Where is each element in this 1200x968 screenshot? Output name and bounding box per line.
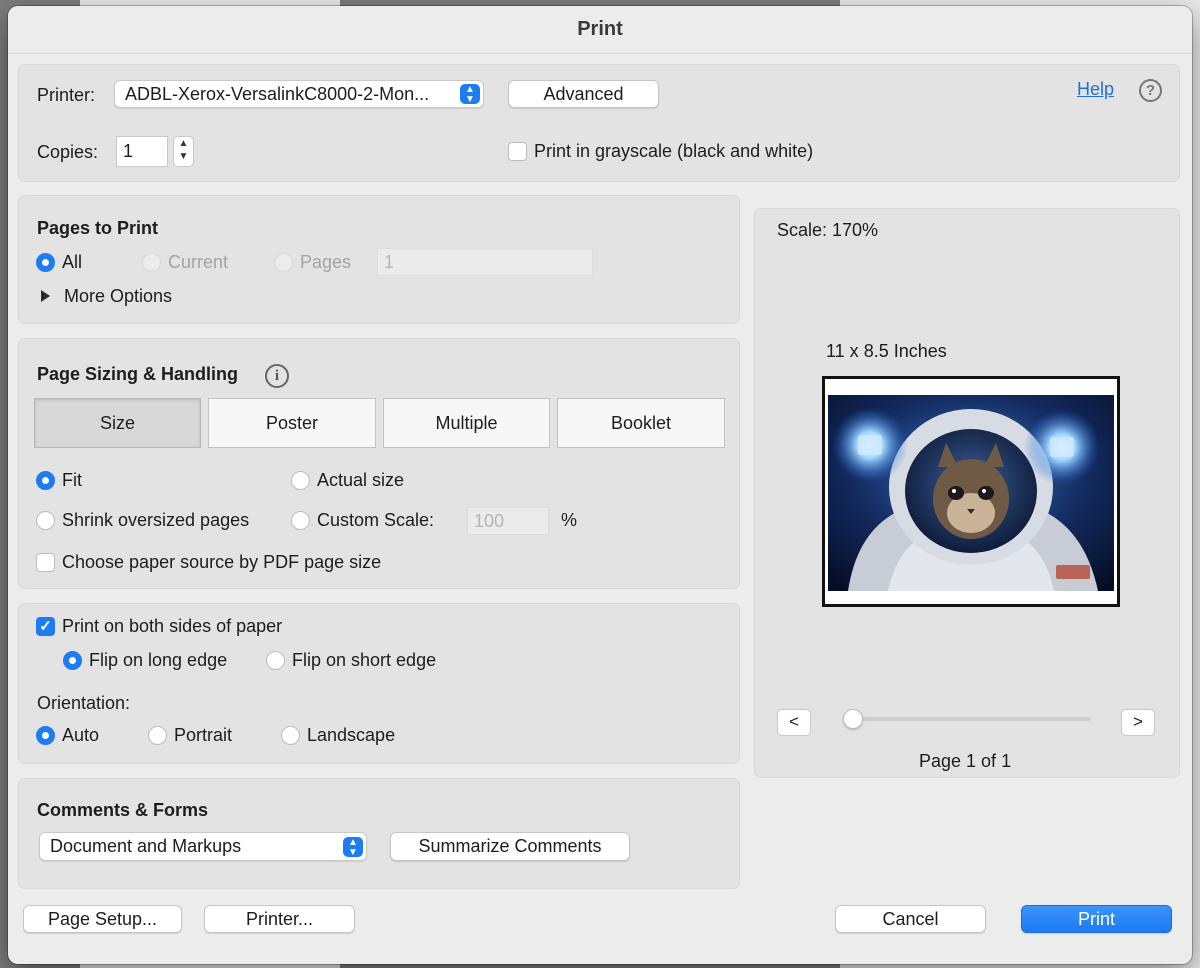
orientation-landscape-label: Landscape [307,725,396,745]
chevron-updown-icon: ▲ ▼ [343,837,363,858]
comments-forms-select-value: Document and Markups [50,836,242,856]
printer-select-value: ADBL-Xerox-VersalinkC8000-2-Mon... [125,84,430,104]
tab-size[interactable]: Size [34,398,201,448]
pages-range-label: Pages [300,252,352,272]
both-sides-checkbox[interactable]: ✓ [36,617,55,636]
orientation-label: Orientation: [37,693,131,713]
pages-all-label: All [62,252,83,272]
printer-label: Printer: [37,85,96,105]
page-slider-track[interactable] [845,717,1091,721]
print-button[interactable]: Print [1021,905,1172,933]
preview-image [828,395,1114,591]
orientation-portrait-label: Portrait [174,725,233,745]
info-circle-icon[interactable]: i [265,364,289,388]
more-options-label[interactable]: More Options [64,286,172,307]
paper-source-label: Choose paper source by PDF page size [62,552,382,572]
pages-current-radio[interactable] [142,253,161,272]
pages-current-label: Current [168,252,229,272]
chevron-updown-icon: ▲ ▼ [460,84,480,105]
cancel-button[interactable]: Cancel [835,905,986,933]
pages-range-radio[interactable] [274,253,293,272]
question-circle-icon[interactable]: ? [1139,79,1162,102]
short-edge-radio[interactable] [266,651,285,670]
advanced-button[interactable]: Advanced [508,80,659,108]
copies-label: Copies: [37,142,99,162]
pages-range-field[interactable]: 1 [377,248,593,276]
comments-forms-select[interactable]: Document and Markups ▲ ▼ [39,832,367,861]
paper-size-label: 11 x 8.5 Inches [826,341,947,361]
printer-button[interactable]: Printer... [204,905,355,933]
page-preview [822,376,1120,607]
long-edge-radio[interactable] [63,651,82,670]
custom-scale-label: Custom Scale: [317,510,435,530]
orientation-auto-label: Auto [62,725,100,745]
copies-field[interactable]: 1 [116,136,168,167]
chevron-up-icon[interactable]: ▲ [174,137,193,150]
actual-size-label: Actual size [317,470,405,490]
chevron-down-icon[interactable]: ▼ [174,150,193,163]
grayscale-checkbox[interactable] [508,142,527,161]
custom-scale-radio[interactable] [291,511,310,530]
next-page-button[interactable]: > [1121,709,1155,736]
scale-text: Scale: 170% [777,220,879,240]
page-slider-thumb[interactable] [843,709,863,729]
dialog-title: Print [8,6,1192,54]
actual-size-radio[interactable] [291,471,310,490]
fit-label: Fit [62,470,82,490]
percent-label: % [561,510,578,530]
tab-multiple[interactable]: Multiple [383,398,550,448]
paper-source-checkbox[interactable] [36,553,55,572]
pages-to-print-heading: Pages to Print [37,218,159,238]
orientation-portrait-radio[interactable] [148,726,167,745]
disclosure-triangle-icon[interactable] [41,290,50,302]
both-sides-label: Print on both sides of paper [62,616,283,636]
printer-select[interactable]: ADBL-Xerox-VersalinkC8000-2-Mon... ▲ ▼ [114,80,484,108]
tab-booklet[interactable]: Booklet [557,398,725,448]
pages-all-radio[interactable] [36,253,55,272]
tab-poster[interactable]: Poster [208,398,376,448]
short-edge-label: Flip on short edge [292,650,437,670]
fit-radio[interactable] [36,471,55,490]
page-setup-button[interactable]: Page Setup... [23,905,182,933]
orientation-landscape-radio[interactable] [281,726,300,745]
summarize-comments-button[interactable]: Summarize Comments [390,832,630,861]
grayscale-label: Print in grayscale (black and white) [534,141,814,161]
comments-forms-heading: Comments & Forms [37,800,209,820]
prev-page-button[interactable]: < [777,709,811,736]
page-sizing-heading: Page Sizing & Handling [37,364,239,384]
help-link[interactable]: Help [1077,79,1114,100]
copies-stepper[interactable]: ▲ ▼ [173,136,194,167]
orientation-auto-radio[interactable] [36,726,55,745]
shrink-oversized-radio[interactable] [36,511,55,530]
page-indicator: Page 1 of 1 [919,751,1012,771]
shrink-oversized-label: Shrink oversized pages [62,510,250,530]
custom-scale-field[interactable]: 100 [467,507,549,535]
long-edge-label: Flip on long edge [89,650,228,670]
